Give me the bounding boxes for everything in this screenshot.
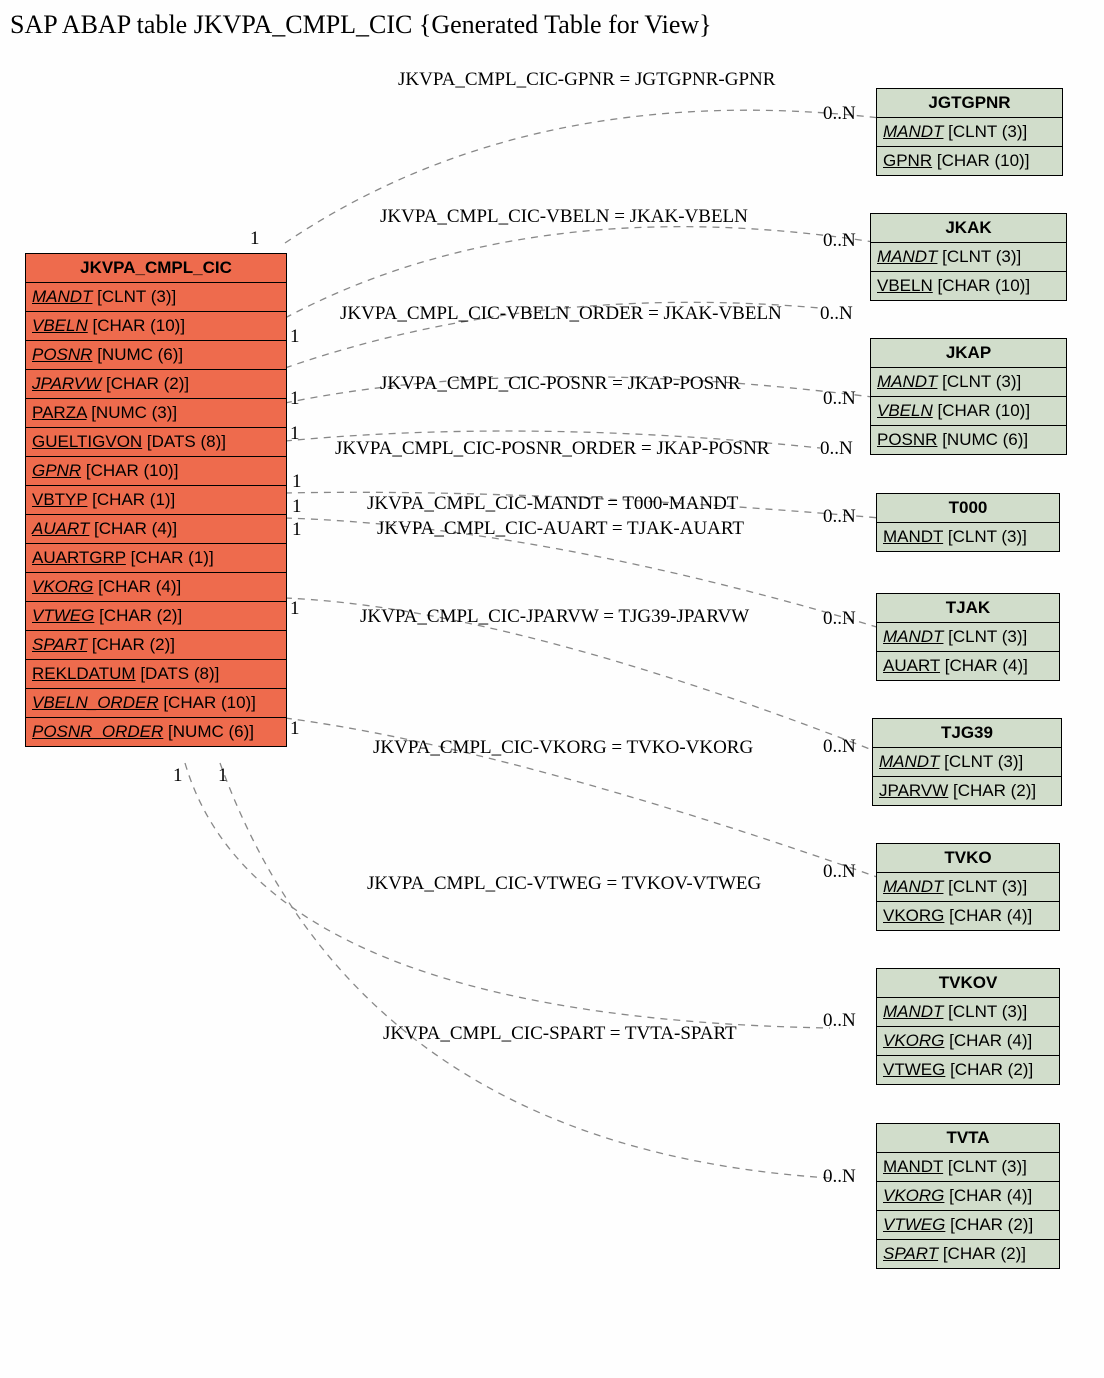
card-left: 1 (292, 496, 302, 518)
ref-entity-tjg39: TJG39MANDT [CLNT (3)]JPARVW [CHAR (2)] (872, 718, 1062, 806)
card-left: 1 (173, 765, 183, 787)
ref-entity-name: TVTA (877, 1124, 1059, 1153)
card-right: 0..N (823, 388, 856, 410)
rel-label: JKVPA_CMPL_CIC-JPARVW = TJG39-JPARVW (360, 606, 749, 628)
ref-entity-t000: T000MANDT [CLNT (3)] (876, 493, 1060, 552)
entity-field: VTWEG [CHAR (2)] (26, 602, 286, 631)
entity-field: AUARTGRP [CHAR (1)] (26, 544, 286, 573)
main-entity-name: JKVPA_CMPL_CIC (26, 254, 286, 283)
entity-field: AUART [CHAR (4)] (26, 515, 286, 544)
card-left: 1 (292, 471, 302, 493)
card-right: 0..N (823, 506, 856, 528)
ref-entity-jkap: JKAPMANDT [CLNT (3)]VBELN [CHAR (10)]POS… (870, 338, 1067, 455)
diagram-canvas: JKVPA_CMPL_CIC MANDT [CLNT (3)]VBELN [CH… (10, 48, 1090, 1368)
card-right: 0..N (823, 230, 856, 252)
entity-field: JPARVW [CHAR (2)] (873, 777, 1061, 805)
card-left: 1 (292, 519, 302, 541)
ref-entity-name: TVKOV (877, 969, 1059, 998)
entity-field: MANDT [CLNT (3)] (873, 748, 1061, 777)
entity-field: GPNR [CHAR (10)] (26, 457, 286, 486)
entity-field: MANDT [CLNT (3)] (877, 523, 1059, 551)
entity-field: VBELN [CHAR (10)] (871, 272, 1066, 300)
card-right: 0..N (823, 608, 856, 630)
entity-field: JPARVW [CHAR (2)] (26, 370, 286, 399)
entity-field: POSNR [NUMC (6)] (871, 426, 1066, 454)
card-right: 0..N (820, 438, 853, 460)
card-right: 0..N (820, 303, 853, 325)
ref-entity-name: JKAK (871, 214, 1066, 243)
rel-label: JKVPA_CMPL_CIC-POSNR = JKAP-POSNR (380, 373, 741, 395)
entity-field: VKORG [CHAR (4)] (877, 902, 1059, 930)
entity-field: GUELTIGVON [DATS (8)] (26, 428, 286, 457)
entity-field: SPART [CHAR (2)] (26, 631, 286, 660)
card-left: 1 (290, 326, 300, 348)
entity-field: AUART [CHAR (4)] (877, 652, 1059, 680)
entity-field: VBELN_ORDER [CHAR (10)] (26, 689, 286, 718)
rel-label: JKVPA_CMPL_CIC-POSNR_ORDER = JKAP-POSNR (335, 438, 769, 460)
card-left: 1 (290, 423, 300, 445)
card-left: 1 (290, 718, 300, 740)
entity-field: MANDT [CLNT (3)] (26, 283, 286, 312)
rel-label: JKVPA_CMPL_CIC-VBELN = JKAK-VBELN (380, 206, 748, 228)
card-left: 1 (218, 765, 228, 787)
entity-field: VKORG [CHAR (4)] (877, 1182, 1059, 1211)
ref-entity-jgtgpnr: JGTGPNRMANDT [CLNT (3)]GPNR [CHAR (10)] (876, 88, 1063, 176)
page-title: SAP ABAP table JKVPA_CMPL_CIC {Generated… (10, 10, 1094, 40)
entity-field: VBELN [CHAR (10)] (26, 312, 286, 341)
entity-field: POSNR [NUMC (6)] (26, 341, 286, 370)
main-entity: JKVPA_CMPL_CIC MANDT [CLNT (3)]VBELN [CH… (25, 253, 287, 747)
ref-entity-tjak: TJAKMANDT [CLNT (3)]AUART [CHAR (4)] (876, 593, 1060, 681)
rel-label: JKVPA_CMPL_CIC-VKORG = TVKO-VKORG (373, 737, 753, 759)
ref-entity-name: JKAP (871, 339, 1066, 368)
entity-field: MANDT [CLNT (3)] (877, 998, 1059, 1027)
entity-field: SPART [CHAR (2)] (877, 1240, 1059, 1268)
rel-label: JKVPA_CMPL_CIC-GPNR = JGTGPNR-GPNR (398, 69, 775, 91)
ref-entity-name: TJAK (877, 594, 1059, 623)
entity-field: VKORG [CHAR (4)] (877, 1027, 1059, 1056)
entity-field: PARZA [NUMC (3)] (26, 399, 286, 428)
ref-entity-tvkov: TVKOVMANDT [CLNT (3)]VKORG [CHAR (4)]VTW… (876, 968, 1060, 1085)
ref-entity-name: TVKO (877, 844, 1059, 873)
rel-label: JKVPA_CMPL_CIC-VBELN_ORDER = JKAK-VBELN (340, 303, 782, 325)
entity-field: MANDT [CLNT (3)] (877, 623, 1059, 652)
entity-field: MANDT [CLNT (3)] (871, 243, 1066, 272)
entity-field: VTWEG [CHAR (2)] (877, 1211, 1059, 1240)
entity-field: VBTYP [CHAR (1)] (26, 486, 286, 515)
ref-entity-tvko: TVKOMANDT [CLNT (3)]VKORG [CHAR (4)] (876, 843, 1060, 931)
card-left: 1 (250, 228, 260, 250)
rel-label: JKVPA_CMPL_CIC-SPART = TVTA-SPART (383, 1023, 737, 1045)
entity-field: MANDT [CLNT (3)] (877, 1153, 1059, 1182)
entity-field: VTWEG [CHAR (2)] (877, 1056, 1059, 1084)
card-left: 1 (290, 388, 300, 410)
ref-entity-name: TJG39 (873, 719, 1061, 748)
entity-field: MANDT [CLNT (3)] (877, 873, 1059, 902)
card-right: 0..N (823, 103, 856, 125)
entity-field: MANDT [CLNT (3)] (871, 368, 1066, 397)
card-right: 0..N (823, 1166, 856, 1188)
entity-field: POSNR_ORDER [NUMC (6)] (26, 718, 286, 746)
entity-field: REKLDATUM [DATS (8)] (26, 660, 286, 689)
ref-entity-name: JGTGPNR (877, 89, 1062, 118)
entity-field: GPNR [CHAR (10)] (877, 147, 1062, 175)
ref-entity-name: T000 (877, 494, 1059, 523)
ref-entity-tvta: TVTAMANDT [CLNT (3)]VKORG [CHAR (4)]VTWE… (876, 1123, 1060, 1269)
rel-label: JKVPA_CMPL_CIC-VTWEG = TVKOV-VTWEG (367, 873, 761, 895)
ref-entity-jkak: JKAKMANDT [CLNT (3)]VBELN [CHAR (10)] (870, 213, 1067, 301)
card-right: 0..N (823, 1010, 856, 1032)
card-right: 0..N (823, 861, 856, 883)
card-right: 0..N (823, 736, 856, 758)
card-left: 1 (290, 598, 300, 620)
rel-label: JKVPA_CMPL_CIC-MANDT = T000-MANDT (367, 493, 738, 515)
rel-label: JKVPA_CMPL_CIC-AUART = TJAK-AUART (377, 518, 744, 540)
entity-field: MANDT [CLNT (3)] (877, 118, 1062, 147)
entity-field: VKORG [CHAR (4)] (26, 573, 286, 602)
entity-field: VBELN [CHAR (10)] (871, 397, 1066, 426)
